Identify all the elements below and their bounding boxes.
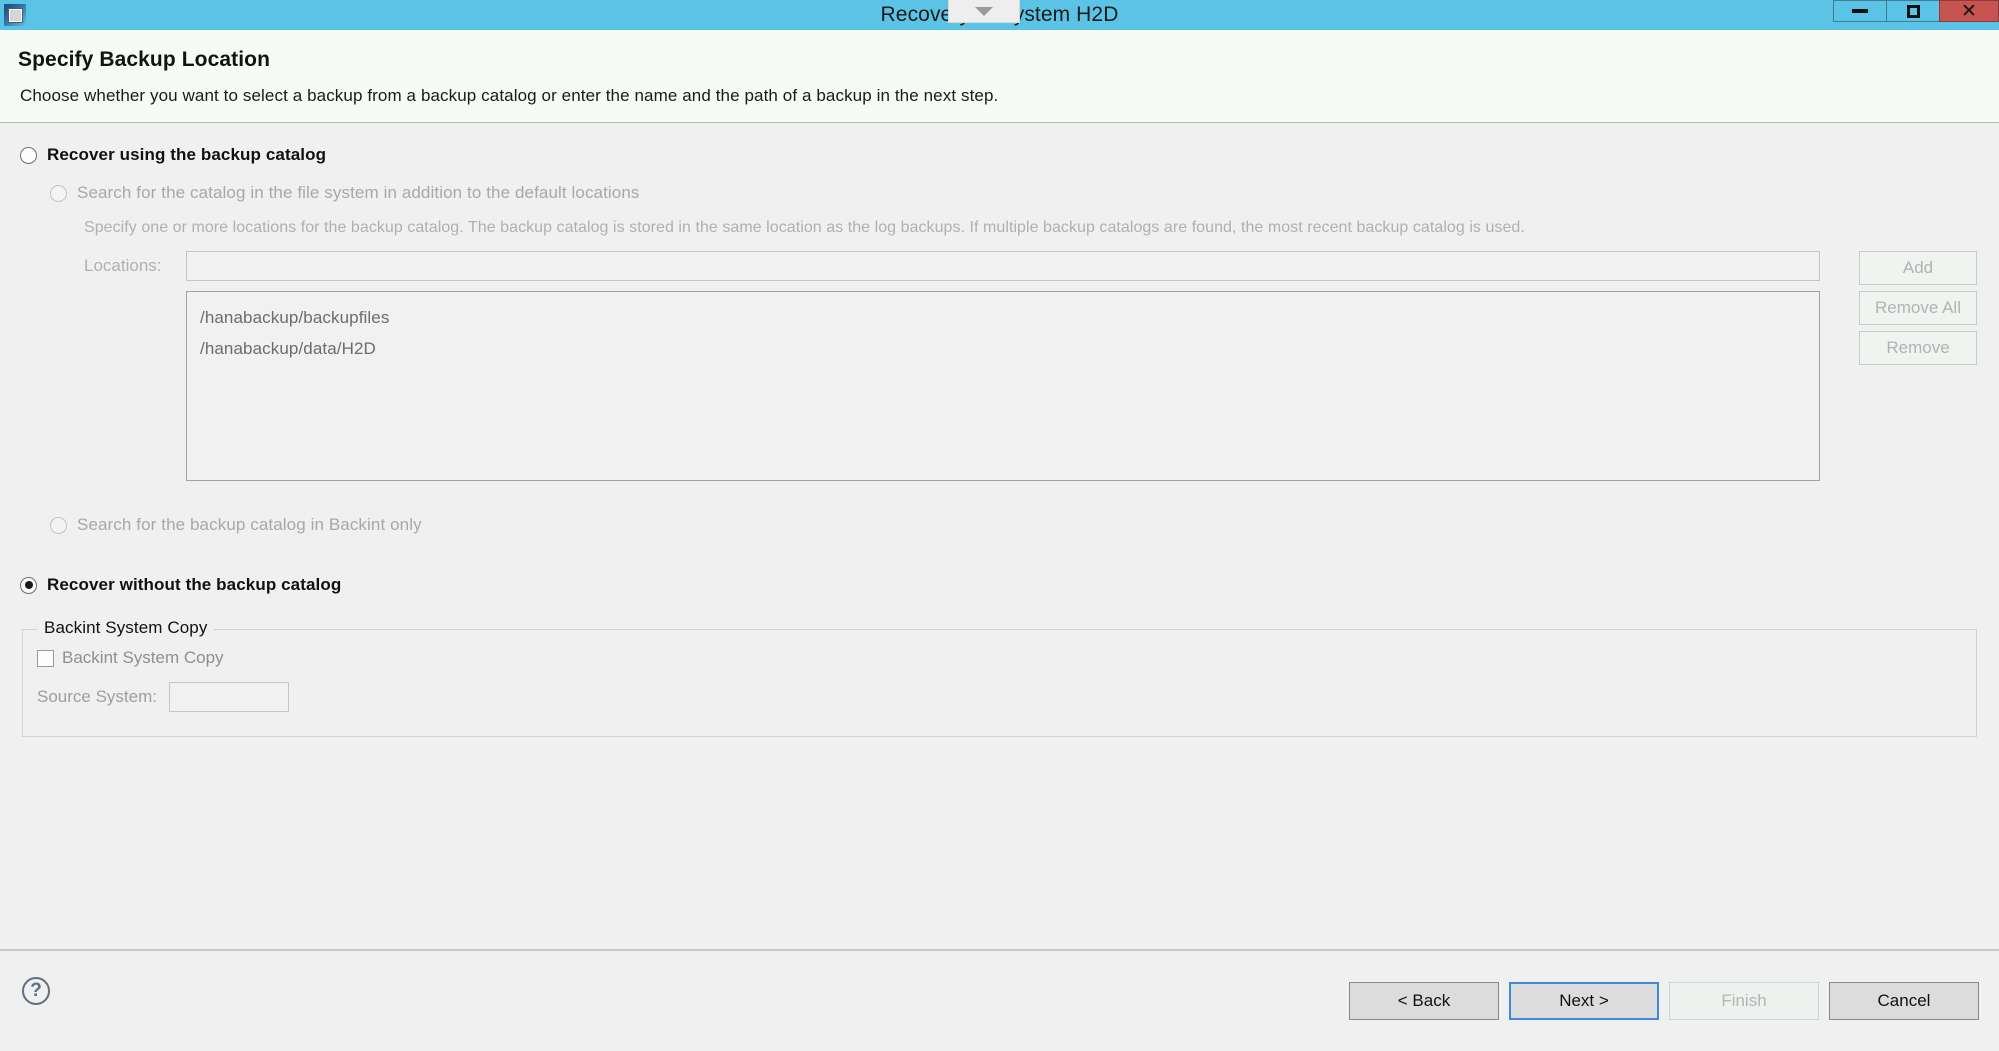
- locations-row: Locations:: [84, 251, 1999, 281]
- backint-system-copy-checkbox-row[interactable]: Backint System Copy: [37, 648, 1976, 668]
- chip-icon: [4, 4, 26, 26]
- list-item[interactable]: /hanabackup/data/H2D: [200, 333, 1819, 364]
- wizard-body: Recover using the backup catalog Search …: [0, 123, 1999, 949]
- wizard-footer: ? < Back Next > Finish Cancel: [0, 949, 1999, 1051]
- finish-button[interactable]: Finish: [1669, 982, 1819, 1020]
- source-system-input[interactable]: [169, 682, 289, 712]
- close-button[interactable]: ✕: [1939, 0, 1999, 22]
- back-button[interactable]: < Back: [1349, 982, 1499, 1020]
- radio-recover-using-catalog-indicator: [20, 146, 37, 164]
- maximize-icon: [1906, 4, 1920, 18]
- locations-listbox[interactable]: /hanabackup/backupfiles /hanabackup/data…: [186, 291, 1820, 481]
- locations-input[interactable]: [186, 251, 1820, 281]
- remove-all-locations-button[interactable]: Remove All: [1859, 291, 1977, 325]
- locations-side-buttons: Add Remove All Remove: [1859, 251, 1979, 365]
- question-mark-icon[interactable]: ?: [22, 977, 50, 1005]
- window-controls: ✕: [1833, 0, 1999, 22]
- backint-system-copy-group: Backint System Copy Backint System Copy …: [22, 618, 1977, 737]
- radio-search-backint-only[interactable]: Search for the backup catalog in Backint…: [50, 515, 1999, 535]
- remove-location-button[interactable]: Remove: [1859, 331, 1977, 365]
- radio-recover-without-catalog[interactable]: Recover without the backup catalog: [20, 575, 1999, 595]
- title-bar: Recovery of System H2D ✕: [0, 0, 1999, 30]
- next-button[interactable]: Next >: [1509, 982, 1659, 1020]
- radio-recover-without-catalog-indicator: [20, 576, 37, 594]
- radio-search-filesystem[interactable]: Search for the catalog in the file syste…: [50, 183, 1999, 203]
- chevron-down-icon: [975, 6, 993, 16]
- radio-search-filesystem-indicator: [50, 184, 67, 202]
- list-item[interactable]: /hanabackup/backupfiles: [200, 302, 1819, 333]
- maximize-button[interactable]: [1886, 0, 1939, 22]
- catalog-location-description: Specify one or more locations for the ba…: [84, 219, 1525, 236]
- radio-recover-using-catalog-label: Recover using the backup catalog: [47, 145, 327, 164]
- radio-search-filesystem-label: Search for the catalog in the file syste…: [77, 183, 640, 202]
- locations-area: Locations: /hanabackup/backupfiles /hana…: [0, 251, 1999, 481]
- source-system-label: Source System:: [37, 687, 157, 706]
- page-description: Choose whether you want to select a back…: [20, 86, 999, 105]
- backint-system-copy-checkbox-label: Backint System Copy: [62, 648, 224, 667]
- radio-recover-without-catalog-label: Recover without the backup catalog: [47, 575, 342, 594]
- locations-label: Locations:: [84, 256, 162, 275]
- page-title: Specify Backup Location: [18, 48, 271, 71]
- locations-list-row: /hanabackup/backupfiles /hanabackup/data…: [186, 291, 1999, 481]
- backint-system-copy-legend: Backint System Copy: [37, 618, 215, 638]
- radio-search-backint-only-indicator: [50, 516, 67, 534]
- close-icon: ✕: [1961, 0, 1977, 22]
- add-location-button[interactable]: Add: [1859, 251, 1977, 285]
- radio-recover-using-catalog[interactable]: Recover using the backup catalog: [20, 145, 1999, 165]
- wizard-header: Specify Backup Location Choose whether y…: [0, 30, 1999, 123]
- footer-buttons: < Back Next > Finish Cancel: [1349, 982, 1979, 1020]
- chip-icon-inner: [7, 7, 23, 23]
- minimize-icon: [1852, 9, 1868, 13]
- recovery-wizard-window: Recovery of System H2D ✕ Specify Backup …: [0, 0, 1999, 1051]
- minimize-button[interactable]: [1833, 0, 1886, 22]
- radio-search-backint-only-label: Search for the backup catalog in Backint…: [77, 515, 422, 534]
- toolbar-pull-tab[interactable]: [948, 0, 1020, 23]
- cancel-button[interactable]: Cancel: [1829, 982, 1979, 1020]
- backint-system-copy-checkbox[interactable]: [37, 649, 54, 667]
- source-system-row: Source System:: [37, 682, 1976, 712]
